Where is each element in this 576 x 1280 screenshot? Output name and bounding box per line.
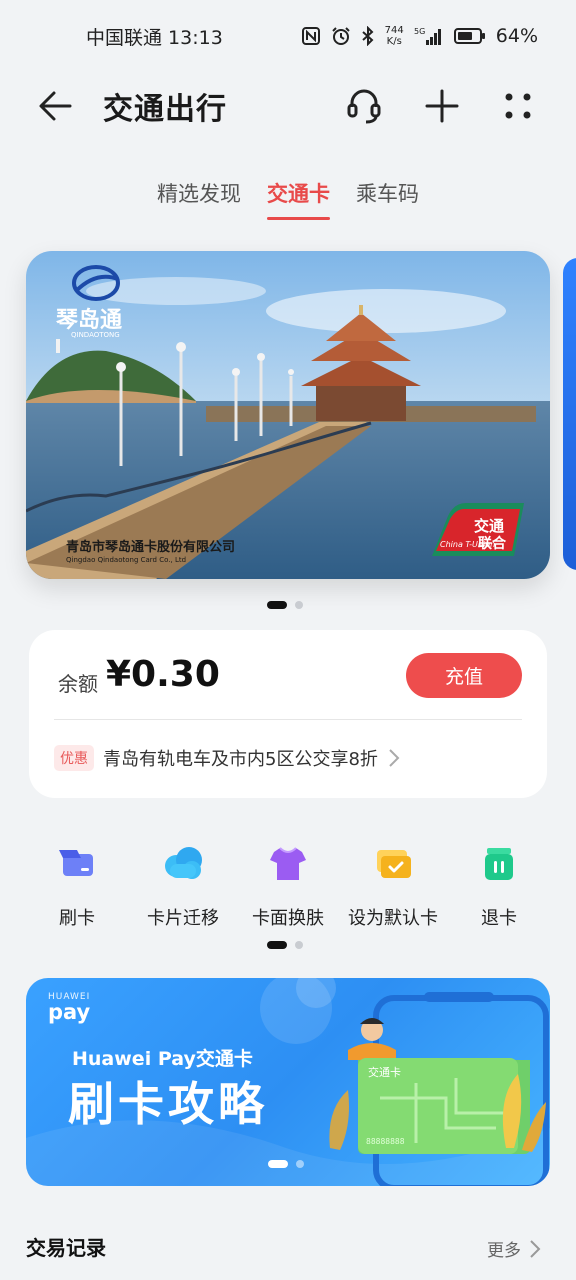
balance-panel: 余额 ¥0.30 充值 优惠 青岛有轨电车及市内5区公交享8折 xyxy=(29,630,547,798)
divider xyxy=(54,719,522,720)
transit-card[interactable]: 琴岛通 QINDAOTONG 青岛市琴岛通卡股份有限公司 Qingdao Qin… xyxy=(26,251,550,579)
nfc-icon xyxy=(301,27,320,45)
card-brand-en: QINDAOTONG xyxy=(71,331,120,339)
customer-service-button[interactable] xyxy=(342,84,386,128)
next-card-peek[interactable] xyxy=(563,258,576,570)
banner-subtitle: Huawei Pay交通卡 xyxy=(72,1048,253,1070)
transit-page: 中国联通 13:13 744 K/s 5G 64% 交通出行 精选发现 交通卡 … xyxy=(0,0,576,1280)
card-swipe-icon xyxy=(59,850,93,876)
svg-text:5G: 5G xyxy=(414,27,425,36)
action-card-migration[interactable]: 卡片迁移 xyxy=(128,842,238,930)
card-indicator-dot-active xyxy=(267,601,287,609)
signal-icon: 5G xyxy=(414,27,441,45)
banner-card-label: 交通卡 xyxy=(368,1065,401,1079)
banner-pager-indicator xyxy=(268,1160,304,1168)
promo-text: 青岛有轨电车及市内5区公交享8折 xyxy=(103,749,378,770)
more-menu-button[interactable] xyxy=(496,84,540,128)
action-card-skin[interactable]: 卡面换肤 xyxy=(233,842,343,930)
card-issuer-en: Qingdao Qindaotong Card Co., Ltd xyxy=(66,556,186,564)
chevron-right-icon xyxy=(389,749,400,767)
back-button[interactable] xyxy=(36,86,76,126)
shirt-icon xyxy=(270,847,306,880)
transactions-title: 交易记录 xyxy=(26,1236,106,1260)
page-title: 交通出行 xyxy=(103,92,227,127)
status-bar: 中国联通 13:13 744 K/s 5G 64% xyxy=(0,0,576,72)
balance-value: ¥0.30 xyxy=(106,654,220,695)
tab-ride-code[interactable]: 乘车码 xyxy=(343,178,432,208)
card-union-en: China T-Union xyxy=(440,540,495,549)
default-card-icon xyxy=(377,850,411,878)
card-issuer-cn: 青岛市琴岛通卡股份有限公司 xyxy=(66,539,235,555)
tab-discover[interactable]: 精选发现 xyxy=(144,178,254,208)
card-artwork: 琴岛通 QINDAOTONG 青岛市琴岛通卡股份有限公司 Qingdao Qin… xyxy=(26,251,550,579)
action-refund-card[interactable]: 退卡 xyxy=(444,842,554,930)
card-carousel-indicator xyxy=(267,601,303,609)
promo-banner[interactable]: HUAWEI pay Huawei Pay交通卡 刷卡攻略 交通卡 888888… xyxy=(26,978,550,1186)
bluetooth-icon xyxy=(362,26,374,46)
net-speed: 744 K/s xyxy=(384,25,404,47)
actions-indicator-dot xyxy=(295,941,303,949)
promo-badge: 优惠 xyxy=(54,745,94,771)
battery-icon xyxy=(453,28,485,44)
card-union-cn: 交通 xyxy=(474,517,504,535)
actions-indicator-dot-active xyxy=(267,941,287,949)
grid-dots-icon xyxy=(505,93,531,119)
banner-indicator-dot xyxy=(296,1160,304,1168)
battery-percent: 64% xyxy=(495,25,538,47)
transactions-more-link[interactable]: 更多 xyxy=(487,1236,541,1261)
app-header: 交通出行 xyxy=(0,72,576,138)
plus-icon xyxy=(425,89,459,123)
alarm-icon xyxy=(331,27,350,45)
card-indicator-dot xyxy=(295,601,303,609)
banner-indicator-dot-active xyxy=(268,1160,288,1168)
banner-illustration: 交通卡 88888888 xyxy=(329,992,549,1186)
action-set-default[interactable]: 设为默认卡 xyxy=(338,842,448,930)
recharge-button[interactable]: 充值 xyxy=(406,653,522,698)
add-card-button[interactable] xyxy=(420,84,464,128)
tab-bar: 精选发现 交通卡 乘车码 xyxy=(0,178,576,220)
svg-text:88888888: 88888888 xyxy=(366,1137,405,1146)
huawei-pay-logo: HUAWEI pay xyxy=(48,992,91,1024)
balance-label: 余额 xyxy=(58,672,98,696)
headset-icon xyxy=(347,89,381,124)
action-swipe-card[interactable]: 刷卡 xyxy=(22,842,132,930)
actions-pager-indicator xyxy=(267,941,303,949)
status-icons: 744 K/s 5G 64% xyxy=(301,25,538,47)
banner-title: 刷卡攻略 xyxy=(68,1077,268,1131)
cloud-transfer-icon xyxy=(165,847,202,879)
carrier-time: 中国联通 13:13 xyxy=(86,26,223,49)
chevron-right-icon xyxy=(530,1239,541,1258)
quick-actions: 刷卡 卡片迁移 卡面换肤 设为默认卡 退卡 xyxy=(0,842,576,932)
promo-row[interactable]: 优惠 青岛有轨电车及市内5区公交享8折 xyxy=(54,743,522,773)
tab-transit-card[interactable]: 交通卡 xyxy=(254,178,343,220)
card-brand-cn: 琴岛通 xyxy=(56,307,122,333)
arrow-left-icon xyxy=(39,91,72,121)
trash-icon xyxy=(485,848,513,880)
